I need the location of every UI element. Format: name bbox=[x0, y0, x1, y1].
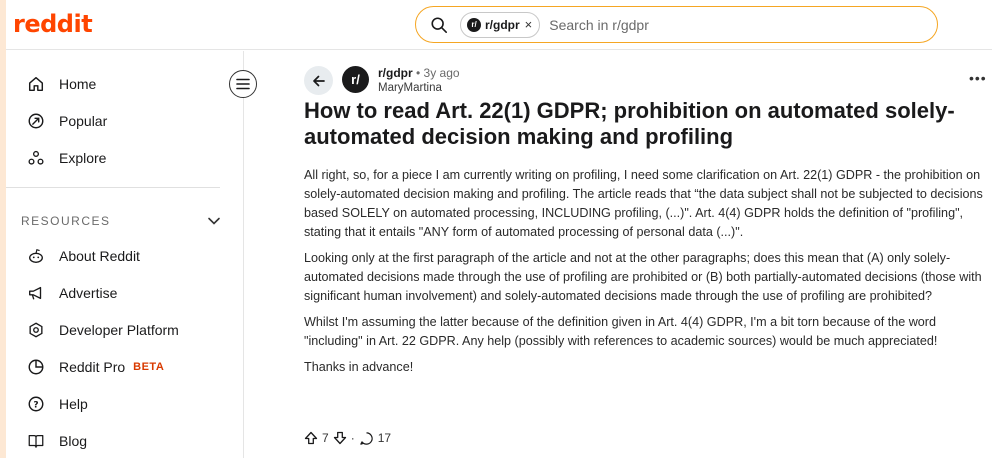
pro-icon bbox=[26, 357, 46, 377]
post-title: How to read Art. 22(1) GDPR; prohibition… bbox=[304, 98, 955, 149]
sidebar-divider bbox=[6, 187, 220, 188]
comment-icon bbox=[359, 431, 373, 445]
sidebar-item-label: Advertise bbox=[59, 285, 118, 301]
search-icon bbox=[431, 16, 448, 33]
sidebar-item-help[interactable]: ? Help bbox=[6, 386, 236, 422]
sidebar-item-label: Developer Platform bbox=[59, 322, 179, 338]
post-actions: 7 · 17 bbox=[304, 428, 391, 448]
reddit-logo[interactable]: reddit bbox=[13, 10, 93, 38]
collapse-sidebar-button[interactable] bbox=[229, 70, 257, 98]
sidebar-item-label: Reddit Pro bbox=[59, 359, 126, 375]
close-icon[interactable]: × bbox=[525, 18, 533, 31]
subreddit-icon: r/ bbox=[467, 17, 481, 32]
post-paragraph: All right, so, for a piece I am currentl… bbox=[304, 168, 983, 239]
sidebar-item-home[interactable]: Home bbox=[6, 66, 236, 102]
post-paragraph: Whilst I'm assuming the latter because o… bbox=[304, 315, 938, 348]
back-button[interactable] bbox=[304, 66, 333, 95]
post-age: • 3y ago bbox=[416, 66, 460, 80]
sidebar-item-popular[interactable]: Popular bbox=[6, 103, 236, 139]
action-separator: · bbox=[350, 431, 355, 445]
sidebar-item-advertise[interactable]: Advertise bbox=[6, 275, 236, 311]
sidebar-item-about-reddit[interactable]: About Reddit bbox=[6, 238, 236, 274]
chip-label: r/gdpr bbox=[485, 17, 520, 32]
sidebar-item-label: Popular bbox=[59, 113, 108, 129]
search-bar[interactable]: r/ r/gdpr × bbox=[415, 6, 938, 43]
sidebar-item-explore[interactable]: Explore bbox=[6, 140, 236, 176]
more-options-button[interactable]: ••• bbox=[969, 70, 987, 86]
post-paragraph: Thanks in advance! bbox=[304, 360, 414, 374]
upvote-icon bbox=[304, 431, 318, 445]
comments-button[interactable]: 17 bbox=[359, 431, 391, 446]
sidebar-item-reddit-pro[interactable]: Reddit Pro BETA bbox=[6, 349, 236, 385]
reddit-alien-icon bbox=[26, 246, 46, 266]
sidebar-item-label: Explore bbox=[59, 150, 107, 166]
post-body: All right, so, for a piece I am currentl… bbox=[304, 166, 988, 384]
sidebar-item-label: Home bbox=[59, 76, 97, 92]
sidebar-item-label: Help bbox=[59, 396, 88, 412]
menu-icon bbox=[236, 78, 250, 90]
arrow-left-icon bbox=[312, 75, 325, 86]
search-input[interactable] bbox=[549, 16, 850, 33]
subreddit-search-chip[interactable]: r/ r/gdpr × bbox=[460, 11, 541, 38]
chevron-down-icon bbox=[208, 217, 220, 225]
sidebar-item-label: About Reddit bbox=[59, 248, 140, 264]
post-paragraph: Looking only at the first paragraph of t… bbox=[304, 251, 982, 303]
beta-badge: BETA bbox=[133, 361, 165, 373]
resources-section-toggle[interactable]: RESOURCES bbox=[21, 211, 221, 231]
left-sidebar: Home Popular Explore RESOURCES About Red… bbox=[6, 51, 244, 458]
sidebar-item-label: Blog bbox=[59, 433, 88, 449]
blog-icon bbox=[26, 431, 46, 451]
help-icon: ? bbox=[26, 394, 46, 414]
vote-count: 7 bbox=[322, 431, 329, 445]
explore-icon bbox=[26, 148, 46, 168]
sidebar-item-blog[interactable]: Blog bbox=[6, 423, 236, 458]
subreddit-link[interactable]: r/gdpr bbox=[378, 66, 413, 80]
downvote-icon bbox=[333, 431, 346, 445]
megaphone-icon bbox=[26, 283, 46, 303]
downvote-button[interactable] bbox=[333, 431, 347, 445]
reddit-page: reddit r/ r/gdpr × Home Pop bbox=[6, 0, 992, 458]
home-icon bbox=[26, 74, 46, 94]
resources-heading: RESOURCES bbox=[21, 214, 111, 228]
subreddit-avatar[interactable]: r/ bbox=[342, 66, 369, 93]
post-meta: r/gdpr • 3y ago MaryMartina bbox=[378, 66, 460, 94]
comment-count: 17 bbox=[377, 431, 392, 445]
upvote-button[interactable] bbox=[304, 431, 318, 445]
popular-icon bbox=[26, 111, 46, 131]
developer-icon bbox=[26, 320, 46, 340]
author-link[interactable]: MaryMartina bbox=[378, 82, 460, 94]
top-header: reddit r/ r/gdpr × bbox=[6, 0, 992, 50]
svg-text:?: ? bbox=[33, 401, 38, 411]
sidebar-item-developer-platform[interactable]: Developer Platform bbox=[6, 312, 236, 348]
